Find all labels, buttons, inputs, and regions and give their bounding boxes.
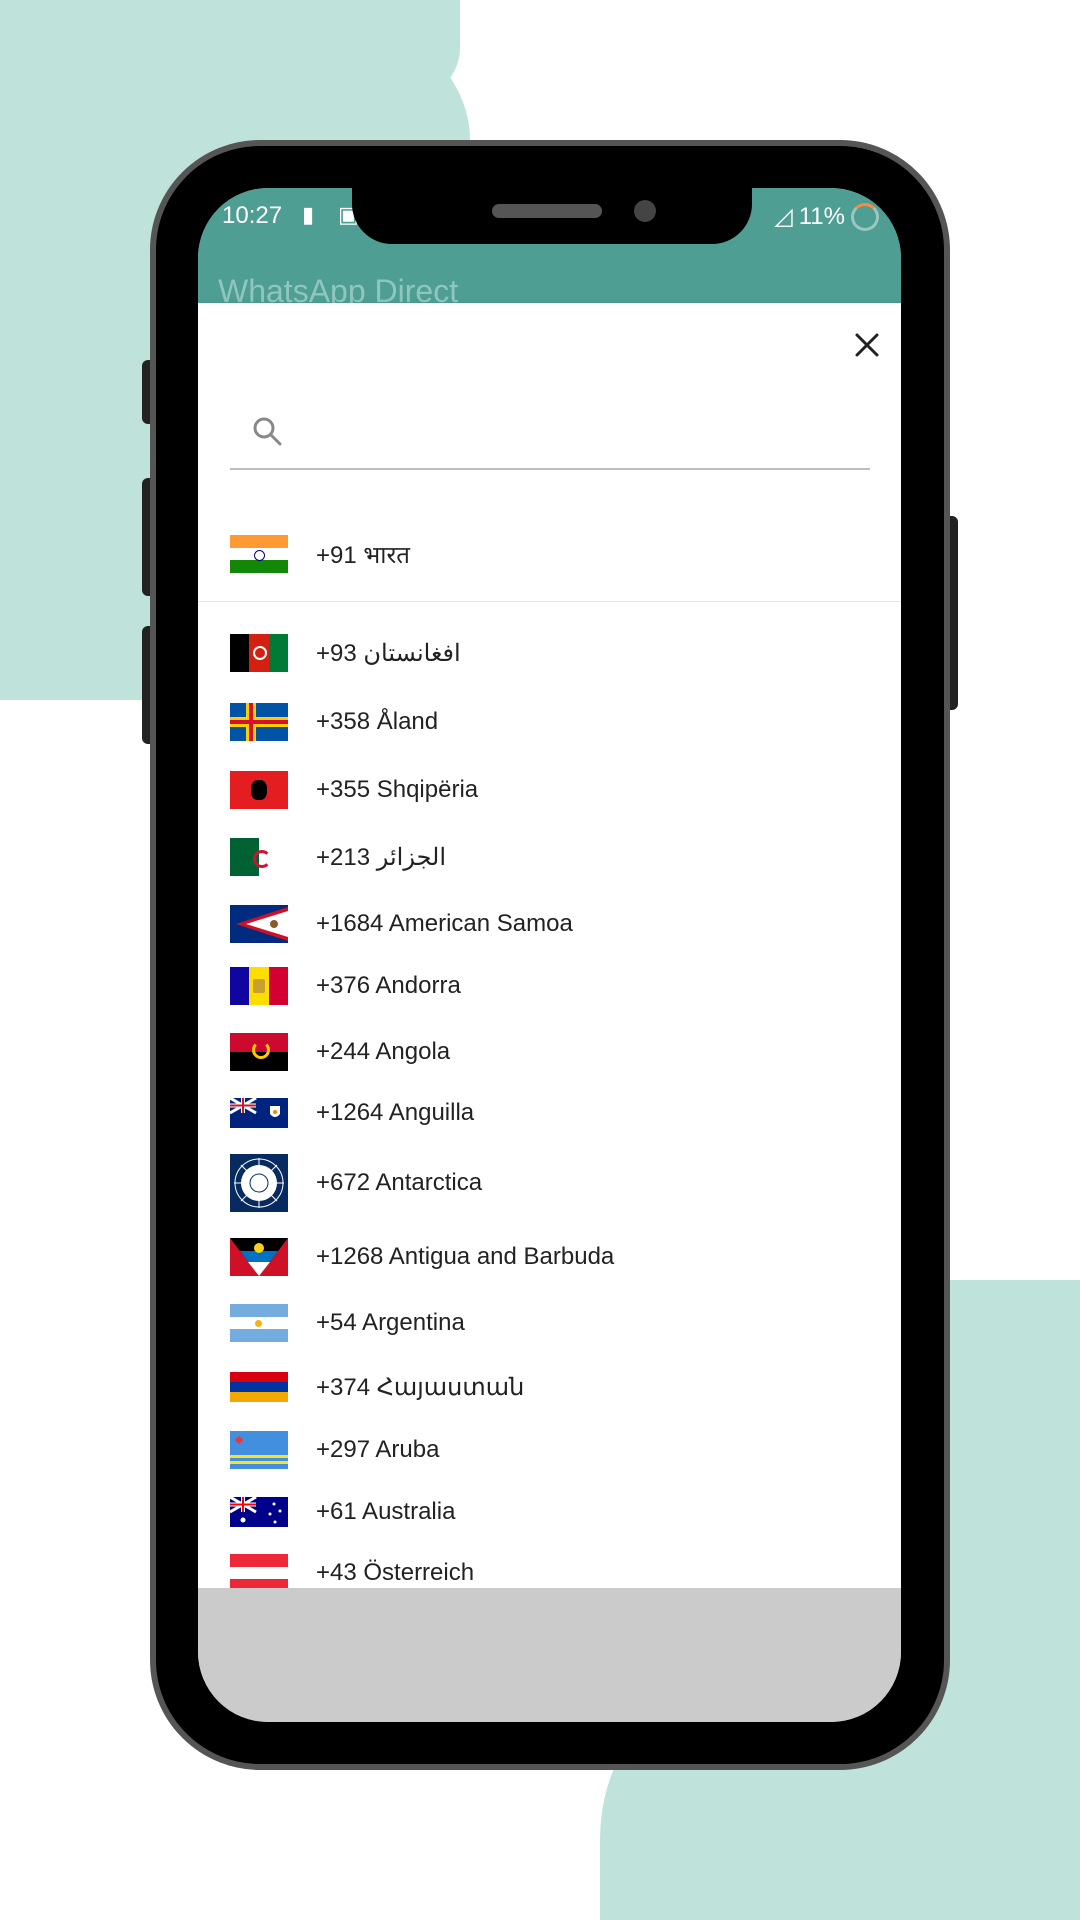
dimmed-background xyxy=(198,1588,901,1722)
search-icon xyxy=(253,417,282,446)
country-label: +43 Österreich xyxy=(316,1559,475,1586)
country-item[interactable]: +355 Shqipëria xyxy=(198,765,901,815)
country-item[interactable]: +244 Angola xyxy=(198,1027,901,1077)
flag-algeria-icon xyxy=(230,838,288,876)
speaker-icon xyxy=(492,204,602,218)
country-label: +355 Shqipëria xyxy=(316,776,479,803)
flag-argentina-icon xyxy=(230,1304,288,1342)
country-label: +244 Angola xyxy=(316,1038,451,1065)
country-label: +297 Aruba xyxy=(316,1436,440,1463)
country-picker-dialog: +91 भारत +93 افغانستان +358 Åland +355 S… xyxy=(198,303,901,1592)
search-input[interactable] xyxy=(300,408,864,460)
flag-afghanistan-icon xyxy=(230,634,288,672)
country-label: +1268 Antigua and Barbuda xyxy=(316,1243,615,1270)
country-item[interactable]: +376 Andorra xyxy=(198,961,901,1011)
close-button[interactable] xyxy=(847,325,887,365)
country-item[interactable]: +213 الجزائر xyxy=(198,832,901,882)
country-label: +1264 Anguilla xyxy=(316,1099,475,1126)
flag-india-icon xyxy=(230,535,288,573)
country-item[interactable]: +93 افغانستان xyxy=(198,628,901,678)
country-item[interactable]: +1684 American Samoa xyxy=(198,899,901,949)
country-item[interactable]: +54 Argentina xyxy=(198,1298,901,1348)
status-right: ◿ 11% xyxy=(774,202,879,231)
battery-percent: 11% xyxy=(798,202,845,230)
country-item[interactable]: +1264 Anguilla xyxy=(198,1088,901,1138)
flag-antigua-and-barbuda-icon xyxy=(230,1238,288,1276)
battery-saver-icon: ▮ xyxy=(302,202,315,227)
flag-anguilla-icon xyxy=(230,1098,288,1128)
flag-albania-icon xyxy=(230,771,288,809)
flag-aruba-icon xyxy=(230,1431,288,1469)
country-item[interactable]: +672 Antarctica xyxy=(198,1153,901,1213)
country-label: +1684 American Samoa xyxy=(316,910,573,937)
country-item[interactable]: +1268 Antigua and Barbuda xyxy=(198,1232,901,1282)
close-icon xyxy=(855,333,879,357)
app-bar: WhatsApp Direct xyxy=(198,243,901,309)
flag-american-samoa-icon xyxy=(230,905,288,943)
flag-angola-icon xyxy=(230,1033,288,1071)
country-label: +358 Åland xyxy=(316,708,439,735)
divider xyxy=(198,601,901,602)
camera-icon xyxy=(634,200,656,222)
country-item[interactable]: +358 Åland xyxy=(198,697,901,747)
flag-andorra-icon xyxy=(230,967,288,1005)
country-label: +672 Antarctica xyxy=(316,1169,483,1196)
country-item[interactable]: +61 Australia xyxy=(198,1487,901,1537)
country-label: +374 Հայաստան xyxy=(316,1373,525,1401)
country-label: +213 الجزائر xyxy=(316,843,447,871)
country-item[interactable]: +297 Aruba xyxy=(198,1425,901,1475)
battery-icon xyxy=(851,202,879,231)
country-label: +93 افغانستان xyxy=(316,639,461,667)
country-label: +54 Argentina xyxy=(316,1309,465,1336)
flag-armenia-icon xyxy=(230,1372,288,1402)
country-item[interactable]: +374 Հայաստան xyxy=(198,1362,901,1412)
flag-austria-icon xyxy=(230,1554,288,1592)
phone-screen: 10:27 ▮ ▣ ◿ 11% WhatsApp Direct +91 भारत… xyxy=(198,188,901,1722)
flag-aland-icon xyxy=(230,703,288,741)
country-label: +376 Andorra xyxy=(316,972,461,999)
country-label: +91 भारत xyxy=(316,541,410,569)
flag-antarctica-icon xyxy=(230,1154,288,1212)
signal-icon: ◿ xyxy=(774,203,793,230)
country-label: +61 Australia xyxy=(316,1498,456,1525)
status-time: 10:27 xyxy=(222,202,283,229)
flag-australia-icon xyxy=(230,1497,288,1527)
country-item-pinned[interactable]: +91 भारत xyxy=(198,529,901,579)
search-field[interactable] xyxy=(230,398,870,470)
